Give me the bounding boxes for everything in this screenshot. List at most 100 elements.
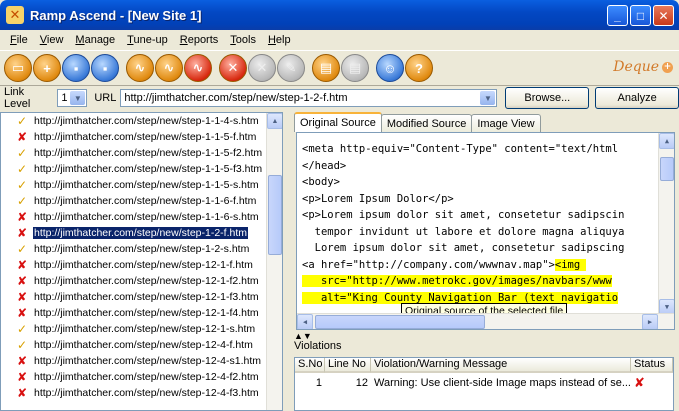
- tab-original-source[interactable]: Original Source: [294, 112, 382, 132]
- trend-chart-icon[interactable]: ∿: [155, 54, 183, 82]
- url-input[interactable]: http://jimthatcher.com/step/new/step-1-2…: [120, 89, 498, 107]
- scroll-thumb[interactable]: [660, 157, 674, 181]
- menu-tools[interactable]: Tools: [224, 34, 262, 46]
- tree-item[interactable]: ✓ http://jimthatcher.com/step/new/step-12…: [1, 337, 282, 353]
- tree-item-url: http://jimthatcher.com/step/new/step-1-1…: [34, 179, 259, 191]
- chevron-down-icon[interactable]: ▼: [480, 91, 496, 105]
- minimize-button[interactable]: _: [607, 5, 628, 26]
- save-all-icon[interactable]: ▪: [91, 54, 119, 82]
- menu-help[interactable]: Help: [262, 34, 297, 46]
- tree-item[interactable]: ✘ http://jimthatcher.com/step/new/step-1-…: [1, 225, 282, 241]
- code-text: Lorem ipsum dolor sit amet, consetetur s…: [302, 242, 625, 254]
- table-row[interactable]: 1 12 Warning: Use client-side Image maps…: [295, 375, 673, 390]
- menu-view[interactable]: View: [34, 34, 70, 46]
- code-text: <body>: [302, 176, 340, 188]
- accessibility-user-icon[interactable]: ☺: [376, 54, 404, 82]
- menu-manage[interactable]: Manage: [69, 34, 121, 46]
- tree-item[interactable]: ✘ http://jimthatcher.com/step/new/step-12…: [1, 385, 282, 401]
- menu-bar: File View Manage Tune-up Reports Tools H…: [0, 30, 679, 49]
- ramp-app-icon: ✕: [6, 6, 24, 24]
- tree-item-url: http://jimthatcher.com/step/new/step-1-1…: [34, 195, 257, 207]
- open-folder-icon[interactable]: ▭: [4, 54, 32, 82]
- scroll-right-icon[interactable]: ▶: [642, 314, 658, 329]
- analyze-chart-icon[interactable]: ∿: [126, 54, 154, 82]
- table-header: S.No Line No Violation/Warning Message S…: [295, 358, 673, 373]
- browse-button[interactable]: Browse...: [505, 87, 590, 109]
- brand-name: Deque: [613, 59, 659, 75]
- analyze-button[interactable]: Analyze: [595, 87, 679, 109]
- tree-item-url: http://jimthatcher.com/step/new/step-12-…: [34, 307, 259, 319]
- code-line: <p>Lorem Ipsum Dolor</p>: [297, 191, 674, 208]
- tree-item[interactable]: ✓ http://jimthatcher.com/step/new/step-1-…: [1, 193, 282, 209]
- menu-reports[interactable]: Reports: [174, 34, 225, 46]
- code-line-partial: [297, 133, 674, 141]
- maximize-button[interactable]: □: [630, 5, 651, 26]
- close-button[interactable]: ✕: [653, 5, 674, 26]
- cancel-disabled-icon: ✕: [248, 54, 276, 82]
- code-highlight: src="http://www.metrokc.gov/images/navba…: [302, 275, 612, 287]
- help-icon[interactable]: ?: [405, 54, 433, 82]
- tree-item[interactable]: ✘ http://jimthatcher.com/step/new/step-12…: [1, 305, 282, 321]
- tree-item[interactable]: ✓ http://jimthatcher.com/step/new/step-12…: [1, 321, 282, 337]
- error-chart-icon[interactable]: ∿: [184, 54, 212, 82]
- source-code-view[interactable]: <meta http-equiv="Content-Type" content=…: [296, 132, 675, 330]
- pass-check-icon: ✓: [16, 322, 28, 336]
- fail-x-icon: ✘: [16, 226, 28, 240]
- tree-item-url: http://jimthatcher.com/step/new/step-12-…: [34, 371, 259, 383]
- code-line: tempor invidunt ut labore et dolore magn…: [297, 224, 674, 241]
- tree-item[interactable]: ✘ http://jimthatcher.com/step/new/step-12…: [1, 273, 282, 289]
- pass-check-icon: ✓: [16, 162, 28, 176]
- tree-item[interactable]: ✘ http://jimthatcher.com/step/new/step-12…: [1, 353, 282, 369]
- title-bar[interactable]: ✕ Ramp Ascend - [New Site 1] _ □ ✕: [0, 0, 679, 30]
- tab-image-view[interactable]: Image View: [471, 114, 541, 132]
- edit-disabled-icon: ✎: [277, 54, 305, 82]
- menu-file[interactable]: File: [4, 34, 34, 46]
- tree-item[interactable]: ✘ http://jimthatcher.com/step/new/step-1-…: [1, 209, 282, 225]
- link-level-select[interactable]: 1 ▼: [57, 89, 88, 107]
- column-sno[interactable]: S.No: [295, 358, 325, 373]
- cell-line-no: 12: [355, 376, 368, 389]
- code-vertical-scrollbar[interactable]: ▲ ▼: [658, 133, 674, 315]
- column-status[interactable]: Status: [631, 358, 673, 373]
- tree-item-url: http://jimthatcher.com/step/new/step-12-…: [34, 259, 253, 271]
- tree-item[interactable]: ✓ http://jimthatcher.com/step/new/step-1-…: [1, 113, 282, 129]
- tree-item-url: http://jimthatcher.com/step/new/step-12-…: [34, 355, 262, 367]
- cell-message: Warning: Use client-side Image maps inst…: [374, 376, 631, 389]
- new-site-icon[interactable]: +: [33, 54, 61, 82]
- scroll-left-icon[interactable]: ◀: [297, 314, 313, 329]
- code-line: <a href="http://company.com/wwwnav.map">…: [297, 257, 674, 274]
- tab-modified-source[interactable]: Modified Source: [380, 114, 473, 132]
- scroll-thumb[interactable]: [268, 175, 282, 255]
- tree-item[interactable]: ✘ http://jimthatcher.com/step/new/step-12…: [1, 369, 282, 385]
- pane-splitter[interactable]: [284, 112, 292, 411]
- save-icon[interactable]: ▪: [62, 54, 90, 82]
- column-message[interactable]: Violation/Warning Message: [371, 358, 631, 373]
- chevron-down-icon[interactable]: ▼: [70, 91, 86, 105]
- brand-dot-icon: +: [662, 61, 673, 73]
- tree-item[interactable]: ✘ http://jimthatcher.com/step/new/step-1-…: [1, 129, 282, 145]
- violations-table[interactable]: S.No Line No Violation/Warning Message S…: [294, 357, 674, 411]
- tree-item[interactable]: ✘ http://jimthatcher.com/step/new/step-12…: [1, 289, 282, 305]
- scroll-up-icon[interactable]: ▲: [267, 113, 282, 129]
- tree-item[interactable]: ✓ http://jimthatcher.com/step/new/step-1-…: [1, 177, 282, 193]
- tree-item[interactable]: ✓ http://jimthatcher.com/step/new/step-1-…: [1, 241, 282, 257]
- tree-item[interactable]: ✓ http://jimthatcher.com/step/new/step-1-…: [1, 145, 282, 161]
- scroll-thumb[interactable]: [315, 315, 485, 329]
- tree-item-url: http://jimthatcher.com/step/new/step-12-…: [34, 323, 256, 335]
- violations-title: Violations: [294, 340, 342, 352]
- code-horizontal-scrollbar[interactable]: ◀ ▶: [297, 313, 674, 329]
- scroll-up-icon[interactable]: ▲: [659, 133, 674, 149]
- menu-tune-up[interactable]: Tune-up: [121, 34, 174, 46]
- tree-item[interactable]: ✘ http://jimthatcher.com/step/new/step-12…: [1, 257, 282, 273]
- tree-item[interactable]: ✓ http://jimthatcher.com/step/new/step-1-…: [1, 161, 282, 177]
- fail-x-icon: ✘: [634, 374, 645, 390]
- column-line-no[interactable]: Line No: [325, 358, 371, 373]
- site-tree[interactable]: ✓ http://jimthatcher.com/step/new/step-1-…: [0, 112, 283, 411]
- fail-x-icon: ✘: [16, 258, 28, 272]
- stop-icon[interactable]: ✕: [219, 54, 247, 82]
- tree-item-url: http://jimthatcher.com/step/new/step-1-1…: [34, 131, 257, 143]
- link-level-label: Link Level: [4, 86, 31, 110]
- clipboard-icon[interactable]: ▤: [312, 54, 340, 82]
- tree-vertical-scrollbar[interactable]: ▲: [266, 113, 282, 410]
- brand-logo: Deque +: [613, 59, 673, 75]
